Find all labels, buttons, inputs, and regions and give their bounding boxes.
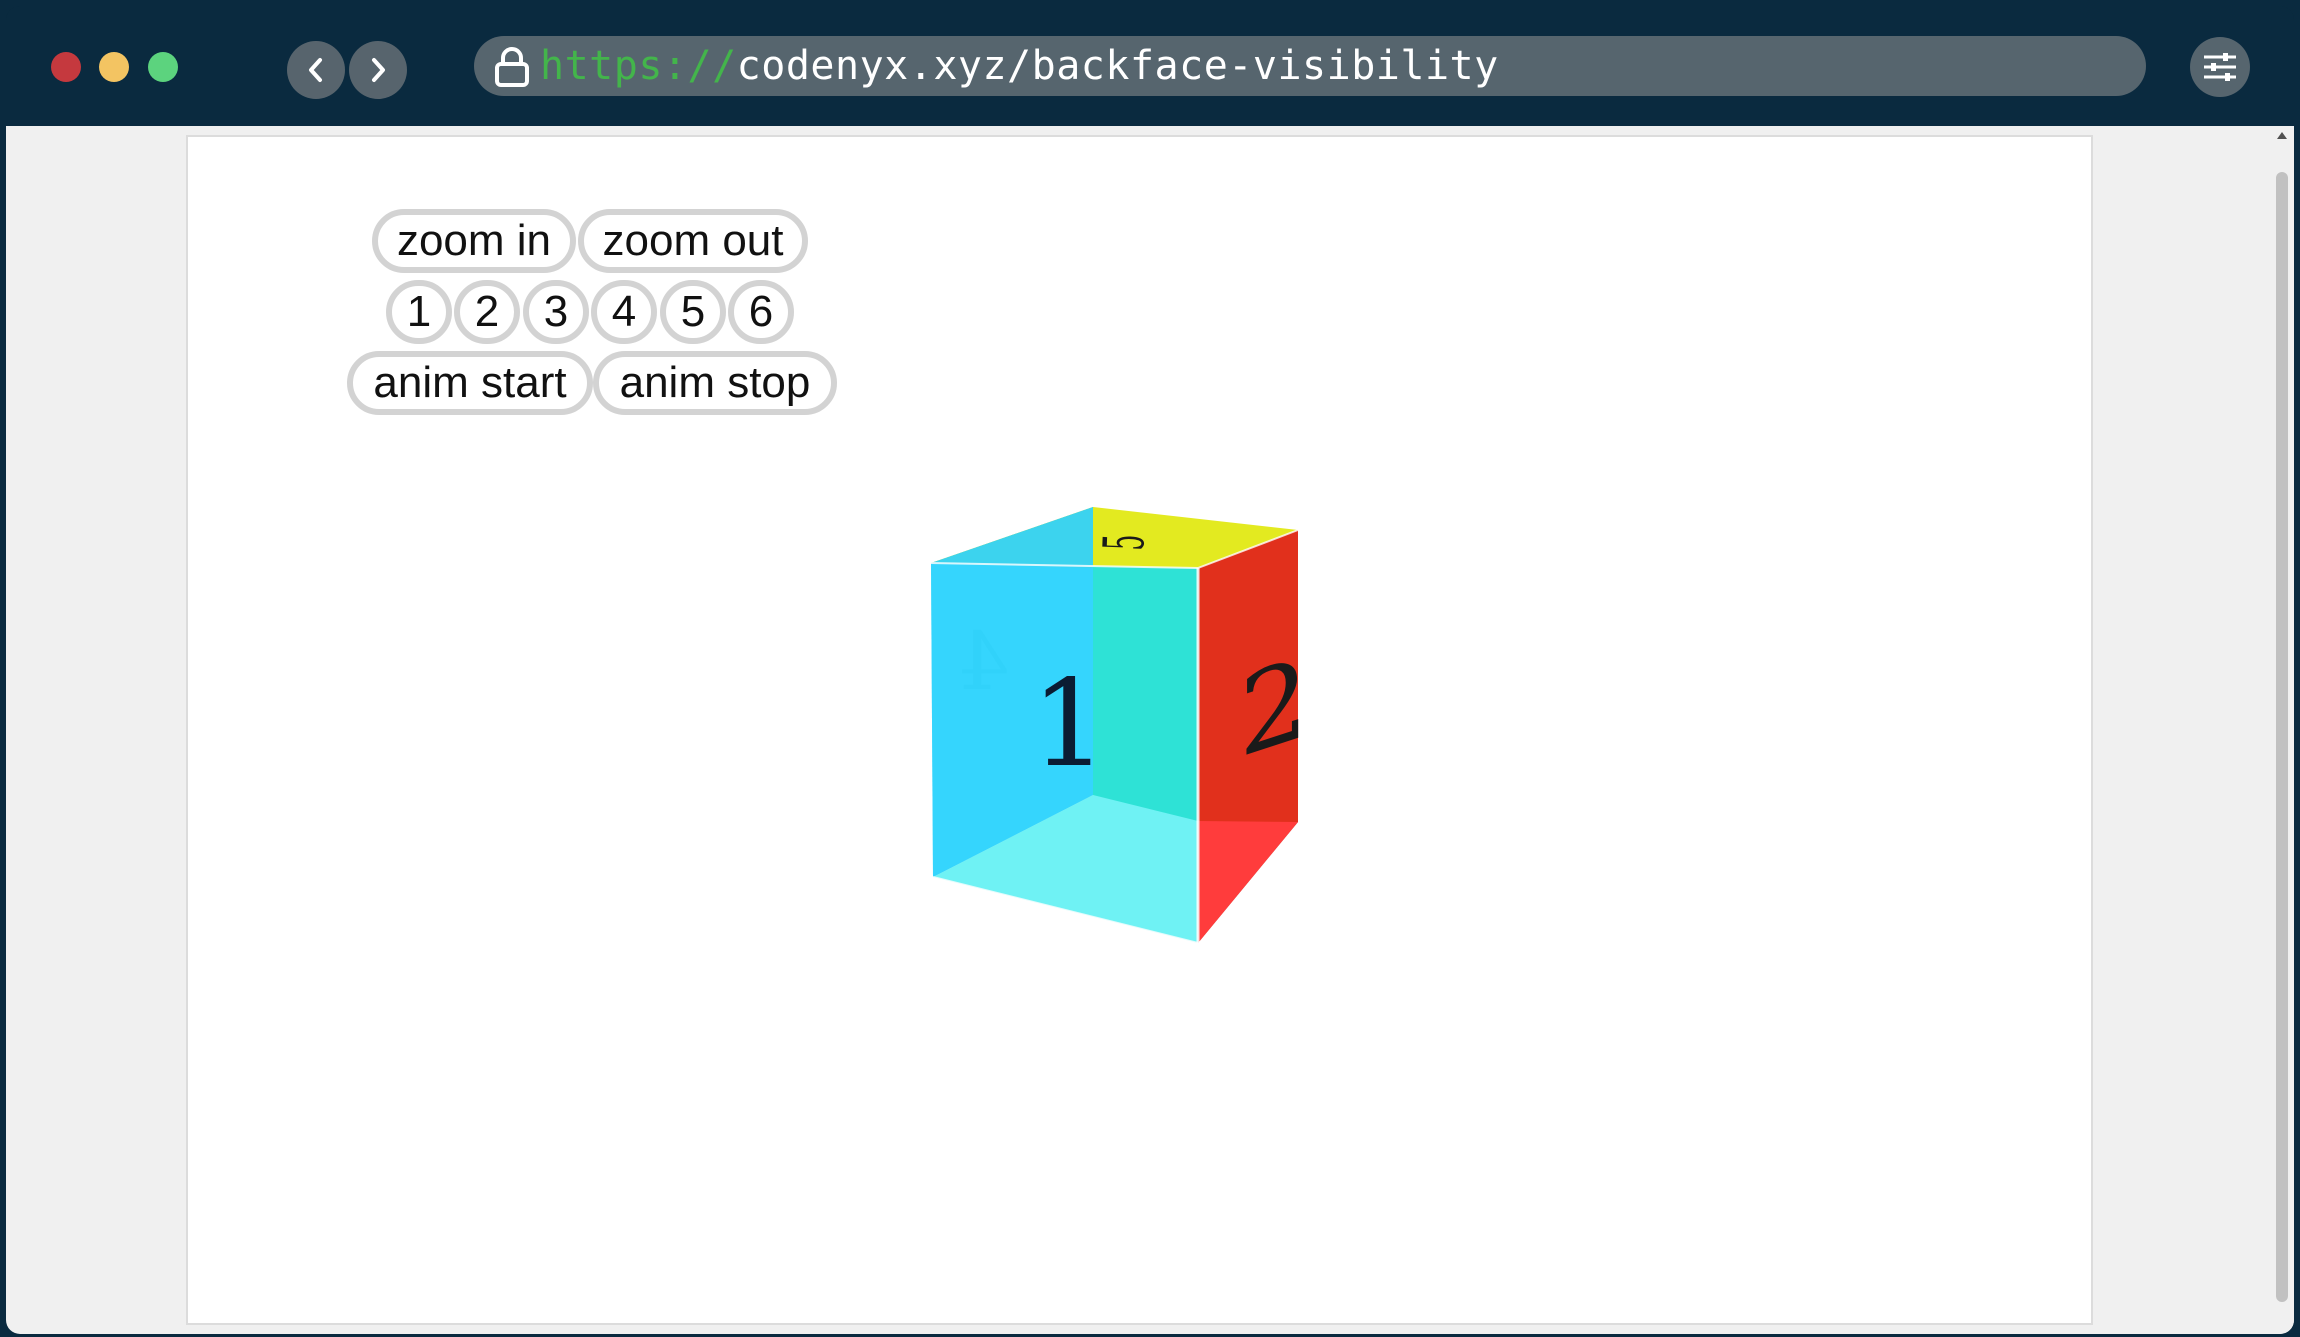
cube-top-label: 5 [1093, 533, 1158, 551]
face-6-button[interactable]: 6 [728, 280, 794, 344]
url-host: codenyx.xyz/backface-visibility [736, 43, 1499, 89]
zoom-in-button[interactable]: zoom in [372, 209, 576, 273]
url-scheme: https:// [540, 43, 737, 89]
settings-sliders-icon [2204, 53, 2236, 81]
vertical-scrollbar[interactable] [2270, 126, 2294, 1334]
scroll-up-arrow-icon[interactable] [2277, 132, 2287, 139]
cube-front-overlap [1093, 568, 1198, 821]
scrollbar-thumb[interactable] [2276, 172, 2288, 1302]
cube-right-face-lower [1198, 821, 1298, 943]
forward-icon [372, 58, 385, 82]
maximize-window-button[interactable] [148, 52, 178, 82]
page-content: zoom in zoom out 1 2 3 4 5 6 anim start … [186, 135, 2093, 1325]
cube-right-label: 2 [1239, 632, 1309, 783]
zoom-out-button[interactable]: zoom out [578, 209, 808, 273]
url-text[interactable]: https://codenyx.xyz/backface-visibility [540, 43, 1499, 89]
forward-button[interactable] [349, 41, 407, 99]
face-5-button[interactable]: 5 [660, 280, 726, 344]
browser-window: https://codenyx.xyz/backface-visibility … [6, 6, 2294, 1334]
cube-3d[interactable]: 4 3 6 5 1 2 [921, 507, 1361, 947]
face-4-button[interactable]: 4 [591, 280, 657, 344]
minimize-window-button[interactable] [99, 52, 129, 82]
page-viewport: zoom in zoom out 1 2 3 4 5 6 anim start … [6, 126, 2294, 1334]
close-window-button[interactable] [51, 52, 81, 82]
address-bar[interactable]: https://codenyx.xyz/backface-visibility [474, 36, 2146, 96]
title-bar: https://codenyx.xyz/backface-visibility [6, 6, 2294, 126]
back-button[interactable] [287, 41, 345, 99]
anim-start-button[interactable]: anim start [347, 351, 593, 415]
anim-stop-button[interactable]: anim stop [593, 351, 837, 415]
face-1-button[interactable]: 1 [386, 280, 452, 344]
lock-icon [495, 47, 529, 87]
cube-front-label: 1 [1031, 655, 1107, 794]
face-2-button[interactable]: 2 [454, 280, 520, 344]
face-3-button[interactable]: 3 [523, 280, 589, 344]
back-icon [309, 58, 322, 82]
browser-settings-button[interactable] [2190, 37, 2250, 97]
